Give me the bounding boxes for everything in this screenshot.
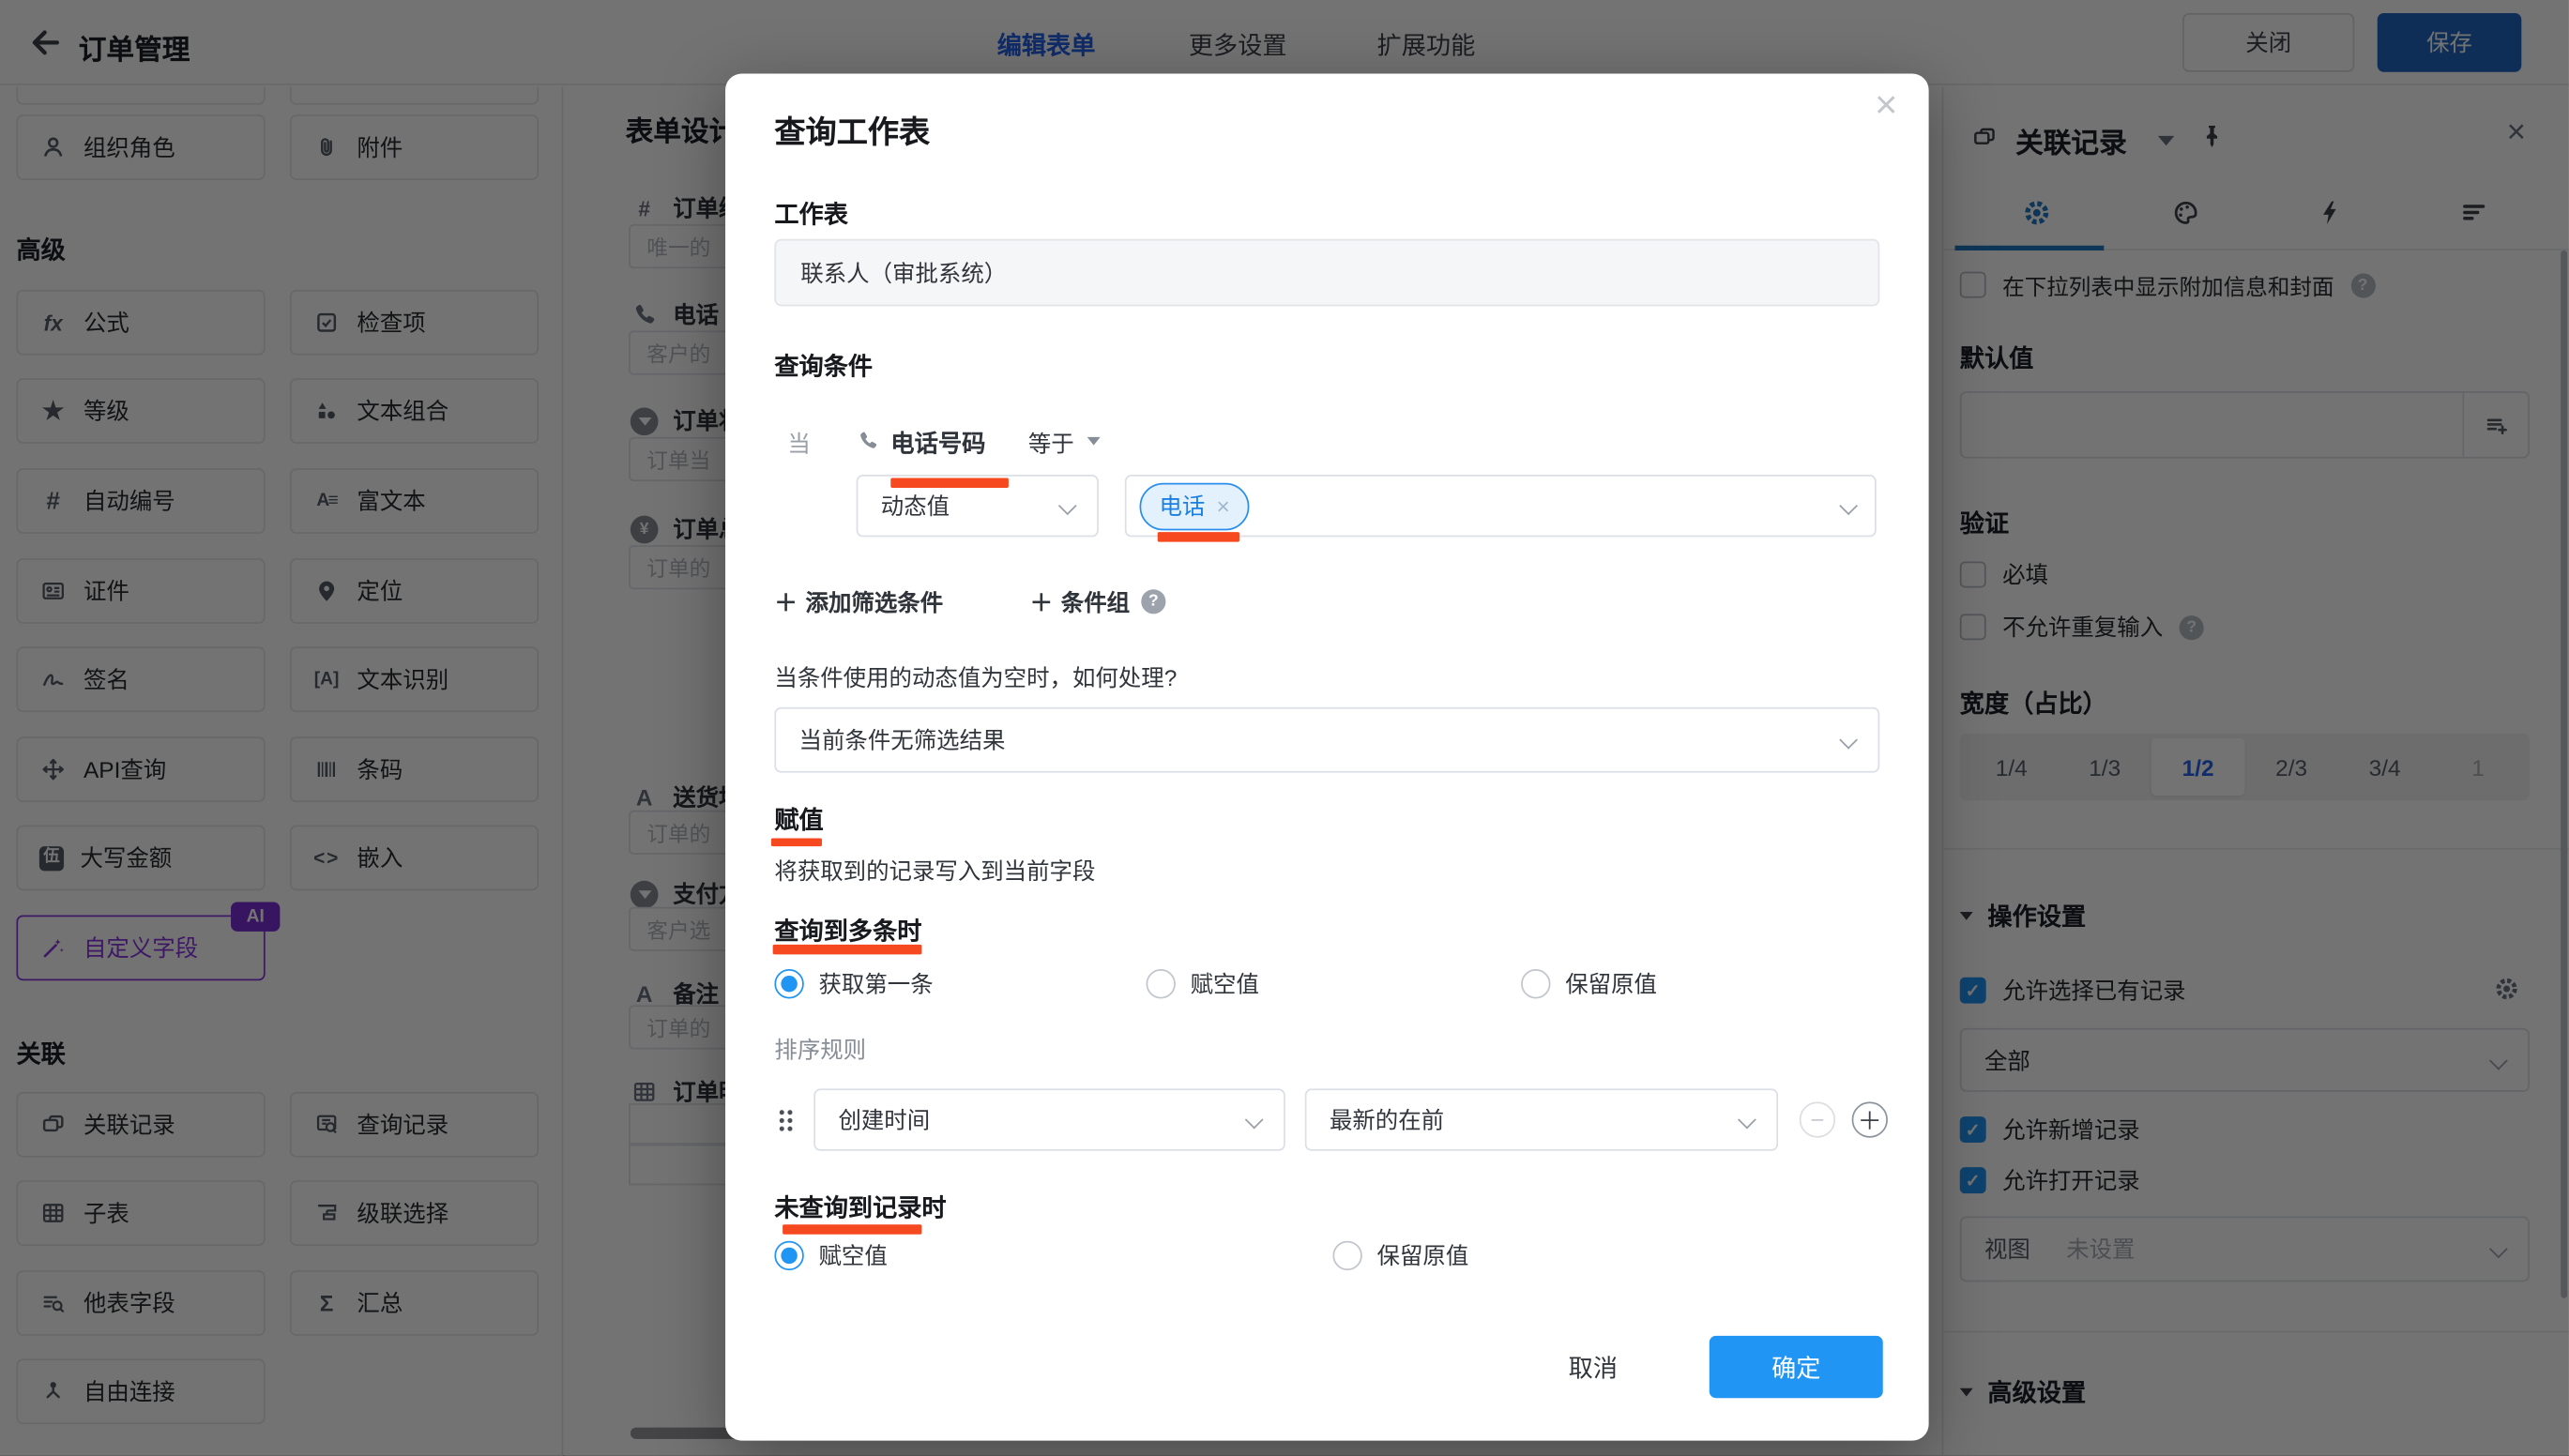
- operator-dropdown[interactable]: 等于: [1028, 427, 1074, 460]
- annotation-underline-tag: [1158, 532, 1239, 541]
- annotation-underline-multi-match: [773, 945, 922, 954]
- selected-value: 动态值: [881, 490, 950, 523]
- worksheet-input[interactable]: 联系人（审批系统）: [774, 239, 1879, 307]
- annotation-underline-no-match: [783, 1224, 921, 1234]
- value-tag-combobox[interactable]: 电话 ×: [1125, 475, 1877, 537]
- radio-selected[interactable]: [774, 1241, 803, 1270]
- radio[interactable]: [1521, 969, 1550, 998]
- app-window: 订单管理 编辑表单 更多设置 扩展功能 关闭 保存 组织角色 附件 高级 fx …: [0, 0, 2569, 1455]
- chevron-down-icon: [1058, 496, 1077, 515]
- ok-button[interactable]: 确定: [1710, 1336, 1883, 1398]
- chevron-down-icon: [1839, 496, 1858, 515]
- no-match-label: 未查询到记录时: [774, 1191, 946, 1225]
- chevron-down-icon: [1839, 731, 1858, 750]
- add-sort-icon[interactable]: ＋: [1852, 1101, 1888, 1137]
- sort-order-dropdown[interactable]: 最新的在前: [1305, 1088, 1778, 1150]
- radio[interactable]: [1332, 1241, 1361, 1270]
- worksheet-value: 联系人（审批系统）: [800, 256, 1007, 289]
- radio-selected[interactable]: [774, 969, 803, 998]
- radio[interactable]: [1147, 969, 1176, 998]
- condition-field: 电话号码: [890, 426, 985, 461]
- phone-icon: [857, 429, 879, 451]
- empty-dynamic-dropdown[interactable]: 当前条件无筛选结果: [774, 707, 1879, 773]
- remove-sort-icon[interactable]: −: [1800, 1101, 1835, 1137]
- help-icon[interactable]: ?: [1141, 589, 1165, 614]
- modal-title: 查询工作表: [774, 108, 930, 152]
- assign-desc: 将获取到的记录写入到当前字段: [774, 855, 1095, 887]
- conditions-label: 查询条件: [774, 349, 873, 384]
- radio-label: 获取第一条: [819, 967, 934, 1000]
- radio-get-first[interactable]: 获取第一条: [774, 967, 933, 1000]
- multi-match-label: 查询到多条时: [774, 914, 921, 948]
- radio-set-empty-2[interactable]: 赋空值: [774, 1239, 887, 1272]
- selected-value: 最新的在前: [1330, 1103, 1444, 1136]
- when-label: 当: [787, 427, 810, 460]
- value-tag: 电话 ×: [1140, 482, 1250, 530]
- add-filter-link[interactable]: ＋ 添加筛选条件: [774, 586, 943, 619]
- radio-label: 保留原值: [1565, 967, 1657, 1000]
- plus-icon: ＋: [774, 586, 797, 619]
- tag-label: 电话: [1159, 490, 1205, 523]
- empty-dynamic-question: 当条件使用的动态值为空时，如何处理?: [774, 661, 1177, 694]
- selected-value: 当前条件无筛选结果: [799, 723, 1006, 756]
- annotation-underline-condition-field: [890, 478, 1009, 488]
- query-worksheet-modal: × 查询工作表 工作表 联系人（审批系统） 查询条件 当 电话号码 等于 动态值…: [725, 74, 1929, 1441]
- annotation-underline-assign: [771, 838, 822, 846]
- add-group-link[interactable]: ＋ 条件组: [1030, 586, 1130, 619]
- tag-close-icon[interactable]: ×: [1217, 493, 1230, 519]
- sort-rule-label: 排序规则: [774, 1033, 866, 1066]
- plus-icon: ＋: [1030, 586, 1053, 619]
- chevron-down-icon: [1738, 1111, 1756, 1130]
- radio-label: 赋空值: [819, 1239, 888, 1272]
- link-label: 添加筛选条件: [806, 586, 944, 619]
- close-icon[interactable]: ×: [1875, 86, 1897, 126]
- radio-keep-original[interactable]: 保留原值: [1521, 967, 1657, 1000]
- link-label: 条件组: [1061, 586, 1130, 619]
- selected-value: 创建时间: [838, 1103, 930, 1136]
- radio-keep-original-2[interactable]: 保留原值: [1332, 1239, 1468, 1272]
- radio-label: 保留原值: [1377, 1239, 1469, 1272]
- sort-field-dropdown[interactable]: 创建时间: [813, 1088, 1285, 1150]
- drag-handle-icon[interactable]: [780, 1108, 793, 1130]
- worksheet-label: 工作表: [774, 196, 848, 231]
- caret-down-icon[interactable]: [1087, 437, 1101, 446]
- chevron-down-icon: [1245, 1111, 1264, 1130]
- cancel-button[interactable]: 取消: [1544, 1351, 1643, 1386]
- radio-set-empty[interactable]: 赋空值: [1147, 967, 1259, 1000]
- assign-label: 赋值: [774, 802, 823, 837]
- radio-label: 赋空值: [1191, 967, 1259, 1000]
